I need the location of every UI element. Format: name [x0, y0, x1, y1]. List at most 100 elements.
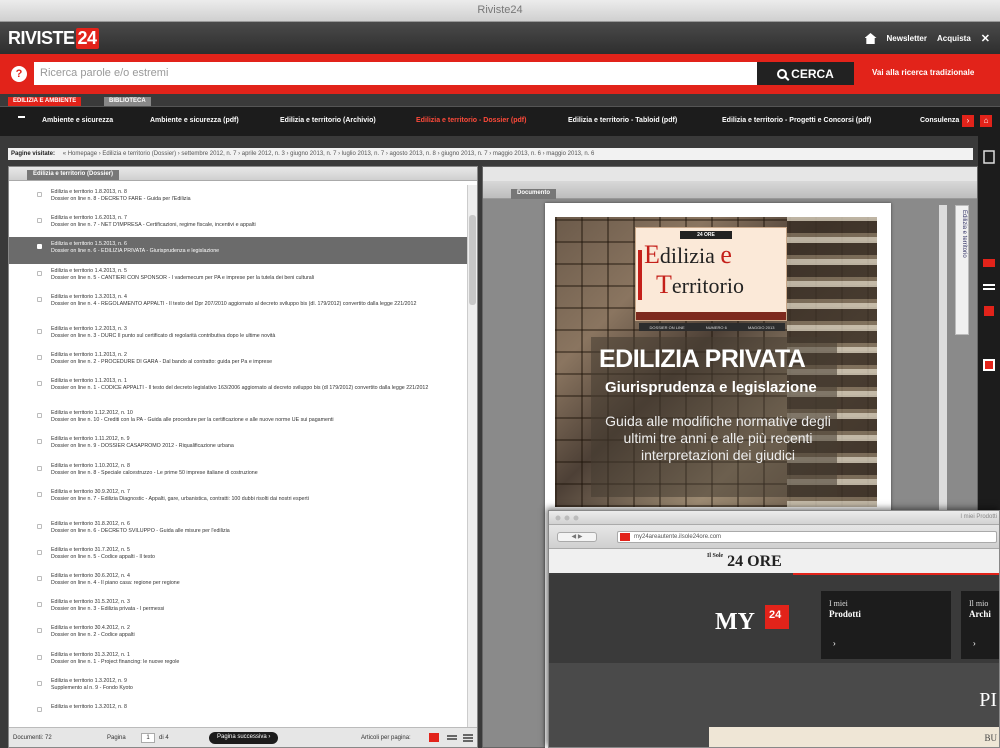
nav-item-edilizia-progetti[interactable]: Edilizia e territorio - Progetti e Conco…: [722, 117, 871, 124]
list-item[interactable]: Edilizia e territorio 1.6.2013, n. 7 Doss…: [9, 211, 467, 237]
list-item-description: Dossier on line n. 3 - Edilizia privata …: [51, 606, 165, 613]
nav-item-edilizia-dossier[interactable]: Edilizia e territorio - Dossier (pdf): [416, 117, 526, 124]
help-icon[interactable]: ?: [11, 66, 27, 82]
print-icon[interactable]: [982, 150, 996, 164]
per-page-label: Articoli per pagina:: [361, 735, 411, 741]
per-page-20-icon[interactable]: [429, 733, 439, 742]
document-icon: [37, 491, 42, 497]
nav-home-icon[interactable]: ⌂: [980, 115, 992, 127]
masthead-word-territorio: Territorio: [656, 270, 744, 299]
list-item[interactable]: Edilizia e territorio 1.3.2013, n. 4 Doss…: [9, 290, 467, 322]
list-item[interactable]: Edilizia e territorio 30.6.2012, n. 4 Dos…: [9, 569, 467, 595]
logo-number: 24: [75, 28, 99, 49]
next-page-button[interactable]: Pagina successiva ›: [209, 732, 279, 744]
newsletter-link[interactable]: Newsletter: [887, 34, 927, 43]
list-item-title: Edilizia e territorio 1.8.2013, n. 8: [51, 189, 127, 195]
per-page-50-icon[interactable]: [447, 733, 457, 742]
per-page-100-icon[interactable]: [463, 733, 473, 742]
traditional-search-link[interactable]: Vai alla ricerca tradizionale: [872, 68, 974, 77]
list-item[interactable]: Edilizia e territorio 1.4.2013, n. 5 Doss…: [9, 264, 467, 290]
search-input[interactable]: Ricerca parole e/o estremi: [34, 62, 758, 85]
list-status-bar: Documenti: 72 Pagina 1 di 4 Pagina succe…: [9, 727, 477, 747]
popup-page: Il Sole 24 ORE MY 24 I miei Prodotti › I…: [549, 549, 999, 747]
list-item[interactable]: Edilizia e territorio 1.2.2013, n. 3 Doss…: [9, 322, 467, 348]
list-item-title: Edilizia e territorio 1.3.2012, n. 9: [51, 677, 127, 684]
card1-line2: Prodotti: [829, 609, 861, 619]
nav-next-icon[interactable]: ›: [962, 115, 974, 127]
list-item[interactable]: Edilizia e territorio 30.4.2012, n. 2 Dos…: [9, 621, 467, 647]
list-item[interactable]: Edilizia e territorio 1.11.2012, n. 9 Dos…: [9, 432, 467, 458]
scrollbar-thumb[interactable]: [469, 215, 476, 305]
page-number-input[interactable]: 1: [141, 733, 155, 743]
viewer-toolbar: [483, 167, 977, 181]
list-item[interactable]: Edilizia e territorio 1.3.2012, n. 8: [9, 700, 467, 726]
list-item[interactable]: Edilizia e territorio 31.7.2012, n. 5 Dos…: [9, 543, 467, 569]
document-icon: [37, 628, 42, 634]
list-item[interactable]: Edilizia e territorio 1.10.2012, n. 8 Dos…: [9, 459, 467, 485]
window-controls-icon[interactable]: [555, 515, 585, 521]
list-item-title: Edilizia e territorio 31.7.2012, n. 5: [51, 546, 130, 553]
product-24-icon[interactable]: [982, 358, 996, 372]
list-item-title: Edilizia e territorio 1.10.2012, n. 8: [51, 462, 130, 469]
popup-titlebar: I miei Prodotti: [549, 511, 999, 525]
tab-biblioteca[interactable]: BIBLIOTECA: [104, 97, 151, 106]
logo-text: RIVISTE: [8, 28, 75, 48]
breadcrumb-path[interactable]: « Homepage › Edilizia e territorio (Doss…: [63, 151, 595, 157]
back-forward-buttons[interactable]: ◀ ▶: [557, 532, 597, 542]
search-button-label: CERCA: [791, 66, 834, 81]
list-item[interactable]: Edilizia e territorio 1.1.2013, n. 1 Doss…: [9, 374, 467, 406]
document-count: Documenti: 72: [13, 735, 52, 741]
list-item[interactable]: Edilizia e territorio 31.3.2012, n. 1 Dos…: [9, 648, 467, 674]
document-icon: [37, 439, 42, 445]
list-item[interactable]: Edilizia e territorio 31.8.2012, n. 6 Dos…: [9, 517, 467, 543]
tab-dossier-list[interactable]: Edilizia e territorio (Dossier): [27, 170, 120, 180]
document-icon: [37, 296, 42, 302]
masthead-publisher: 24 ORE: [680, 231, 732, 239]
list-item[interactable]: Edilizia e territorio 1.5.2013, n. 6 Doss…: [9, 237, 467, 264]
list-item-description: Dossier on line n. 4 - Il piano casa: re…: [51, 580, 180, 587]
card-miei-prodotti[interactable]: I miei Prodotti ›: [821, 591, 951, 659]
side-vertical-tab[interactable]: Edilizia e territorio: [955, 205, 969, 335]
menu-icon[interactable]: [18, 116, 25, 123]
search-button[interactable]: CERCA: [757, 62, 854, 85]
list-item[interactable]: Edilizia e territorio 1.1.2013, n. 2 Doss…: [9, 348, 467, 374]
logo[interactable]: RIVISTE 24: [8, 28, 99, 49]
list-item[interactable]: Edilizia e territorio 1.8.2013, n. 8 Doss…: [9, 185, 467, 211]
nav-item-ambiente-sicurezza[interactable]: Ambiente e sicurezza: [42, 117, 113, 124]
card-mio-archivio[interactable]: Il mio Archi ›: [961, 591, 999, 659]
list-item-title: Edilizia e territorio 30.9.2012, n. 7: [51, 488, 130, 495]
document-icon: [37, 465, 42, 471]
nav-item-edilizia-tabloid[interactable]: Edilizia e territorio - Tabloid (pdf): [568, 117, 677, 124]
tab-documento[interactable]: Documento: [511, 189, 556, 199]
list-item-title: Edilizia e territorio 1.5.2013, n. 6: [51, 241, 127, 248]
list-scrollbar[interactable]: [467, 185, 477, 727]
close-icon[interactable]: ✕: [981, 32, 990, 45]
document-icon: [37, 523, 42, 529]
app-header: RIVISTE 24 Newsletter Acquista ✕: [0, 22, 1000, 54]
my24-logo-text: MY: [715, 609, 755, 635]
list-item[interactable]: Edilizia e territorio 31.5.2012, n. 3 Dos…: [9, 595, 467, 621]
list-item-description: Dossier on line n. 1 - Project financing…: [51, 658, 180, 665]
list-item[interactable]: Edilizia e territorio 30.9.2012, n. 7 Dos…: [9, 485, 467, 517]
nav-item-edilizia-archivio[interactable]: Edilizia e territorio (Archivio): [280, 117, 376, 124]
masthead-stripe: [636, 312, 786, 320]
url-field[interactable]: my24areautente.ilsole24ore.com: [617, 531, 997, 543]
font-size-icon[interactable]: [982, 256, 996, 270]
product-nav: Ambiente e sicurezza Ambiente e sicurezz…: [0, 106, 1000, 136]
popup-brand[interactable]: Il Sole 24 ORE: [707, 553, 782, 571]
nav-item-ambiente-sicurezza-pdf[interactable]: Ambiente e sicurezza (pdf): [150, 117, 239, 124]
document-icon: [37, 244, 42, 250]
list-item-title: Edilizia e territorio 30.6.2012, n. 4: [51, 573, 130, 580]
list-tabbar: Edilizia e territorio (Dossier): [9, 167, 477, 181]
tab-edilizia-ambiente[interactable]: EDILIZIA E AMBIENTE: [8, 97, 82, 106]
list-item[interactable]: Edilizia e territorio 1.12.2012, n. 10 Do…: [9, 406, 467, 432]
list-item-title: Edilizia e territorio 1.4.2013, n. 5: [51, 267, 127, 274]
bookmark-icon[interactable]: [982, 304, 996, 318]
list-view-icon[interactable]: [982, 281, 996, 295]
nav-item-consulenza[interactable]: Consulenza: [920, 117, 959, 124]
home-icon[interactable]: [864, 33, 877, 44]
document-list: Edilizia e territorio 1.8.2013, n. 8 Doss…: [9, 185, 467, 727]
acquista-link[interactable]: Acquista: [937, 34, 971, 43]
list-item[interactable]: Edilizia e territorio 1.3.2012, n. 9 Supp…: [9, 674, 467, 700]
list-item-title: Edilizia e territorio 1.12.2012, n. 10: [51, 410, 133, 417]
